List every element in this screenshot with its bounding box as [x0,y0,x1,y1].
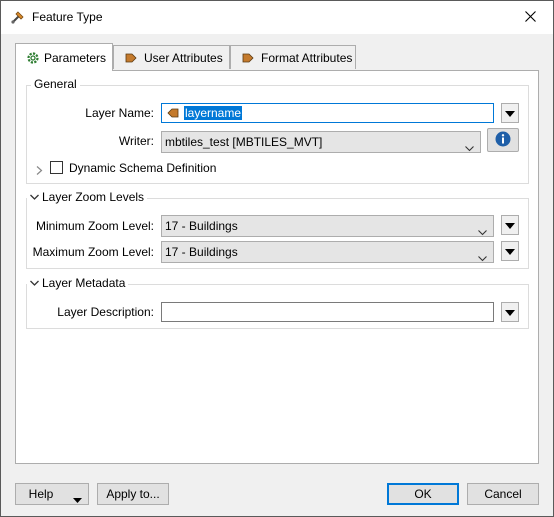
triangle-down-icon [73,492,82,506]
writer-select[interactable]: mbtiles_test [MBTILES_MVT] [161,131,481,153]
min-zoom-value: 17 - Buildings [165,219,238,233]
layer-name-field[interactable]: layername [161,103,494,123]
gear-icon [26,51,40,65]
max-zoom-value: 17 - Buildings [165,245,238,259]
writer-value: mbtiles_test [MBTILES_MVT] [165,135,323,149]
min-zoom-menu-button[interactable] [501,215,519,235]
chevron-down-icon [30,190,39,200]
apply-to-button[interactable]: Apply to... [97,483,169,505]
fme-transformer-icon [10,9,26,25]
metadata-group-title[interactable]: Layer Metadata [27,276,129,290]
attribute-arrow-icon [241,51,255,65]
general-group-title: General [31,77,80,91]
triangle-down-icon [505,244,515,258]
max-zoom-menu-button[interactable] [501,241,519,261]
max-zoom-select[interactable]: 17 - Buildings [161,241,494,263]
writer-info-button[interactable] [487,128,519,152]
metadata-group: Layer Metadata Layer Description: [26,276,529,329]
chevron-right-icon[interactable] [36,164,43,178]
close-button[interactable] [507,1,553,34]
chevron-down-icon [30,276,39,286]
help-button[interactable]: Help [15,483,89,505]
close-icon [524,10,536,25]
title-bar: Feature Type [1,1,553,34]
attribute-arrow-icon [166,106,180,123]
writer-label: Writer: [118,134,154,148]
tab-format-attributes-label: Format Attributes [261,50,353,65]
max-zoom-label: Maximum Zoom Level: [32,245,154,259]
tab-format-attributes[interactable]: Format Attributes [230,45,356,69]
info-icon [495,131,511,150]
general-group: General Layer Name: layername Writer: mb… [26,77,529,184]
apply-to-button-label: Apply to... [106,487,160,501]
dynamic-schema-checkbox[interactable] [50,161,63,174]
layer-name-menu-button[interactable] [501,103,519,123]
layer-description-label: Layer Description: [57,305,154,319]
tab-user-attributes[interactable]: User Attributes [113,45,230,69]
cancel-button-label: Cancel [484,487,522,501]
zoom-levels-group: Layer Zoom Levels Minimum Zoom Level: 17… [26,190,529,269]
ok-button-label: OK [414,487,432,501]
tab-parameters-label: Parameters [44,50,107,65]
cancel-button[interactable]: Cancel [467,483,539,505]
zoom-levels-title-text: Layer Zoom Levels [42,190,145,204]
zoom-levels-group-title[interactable]: Layer Zoom Levels [27,190,148,204]
help-button-label: Help [28,487,54,501]
triangle-down-icon [505,305,515,319]
attribute-arrow-icon [124,51,138,65]
metadata-title-text: Layer Metadata [42,276,126,290]
layer-name-value: layername [184,106,243,120]
window-title: Feature Type [32,10,103,24]
tab-user-attributes-label: User Attributes [144,50,223,65]
triangle-down-icon [505,106,515,120]
layer-name-label: Layer Name: [85,106,154,120]
parameters-panel: General Layer Name: layername Writer: mb… [15,70,539,464]
chevron-down-icon [465,138,474,152]
layer-description-field[interactable] [161,302,494,322]
min-zoom-select[interactable]: 17 - Buildings [161,215,494,237]
chevron-down-icon [478,248,487,262]
tab-parameters[interactable]: Parameters [15,43,113,71]
feature-type-dialog: Feature Type Parameters User Attributes … [0,0,554,517]
dynamic-schema-label: Dynamic Schema Definition [69,161,217,175]
chevron-down-icon [478,222,487,236]
min-zoom-label: Minimum Zoom Level: [35,219,154,233]
layer-description-menu-button[interactable] [501,302,519,322]
triangle-down-icon [505,218,515,232]
ok-button[interactable]: OK [387,483,459,505]
